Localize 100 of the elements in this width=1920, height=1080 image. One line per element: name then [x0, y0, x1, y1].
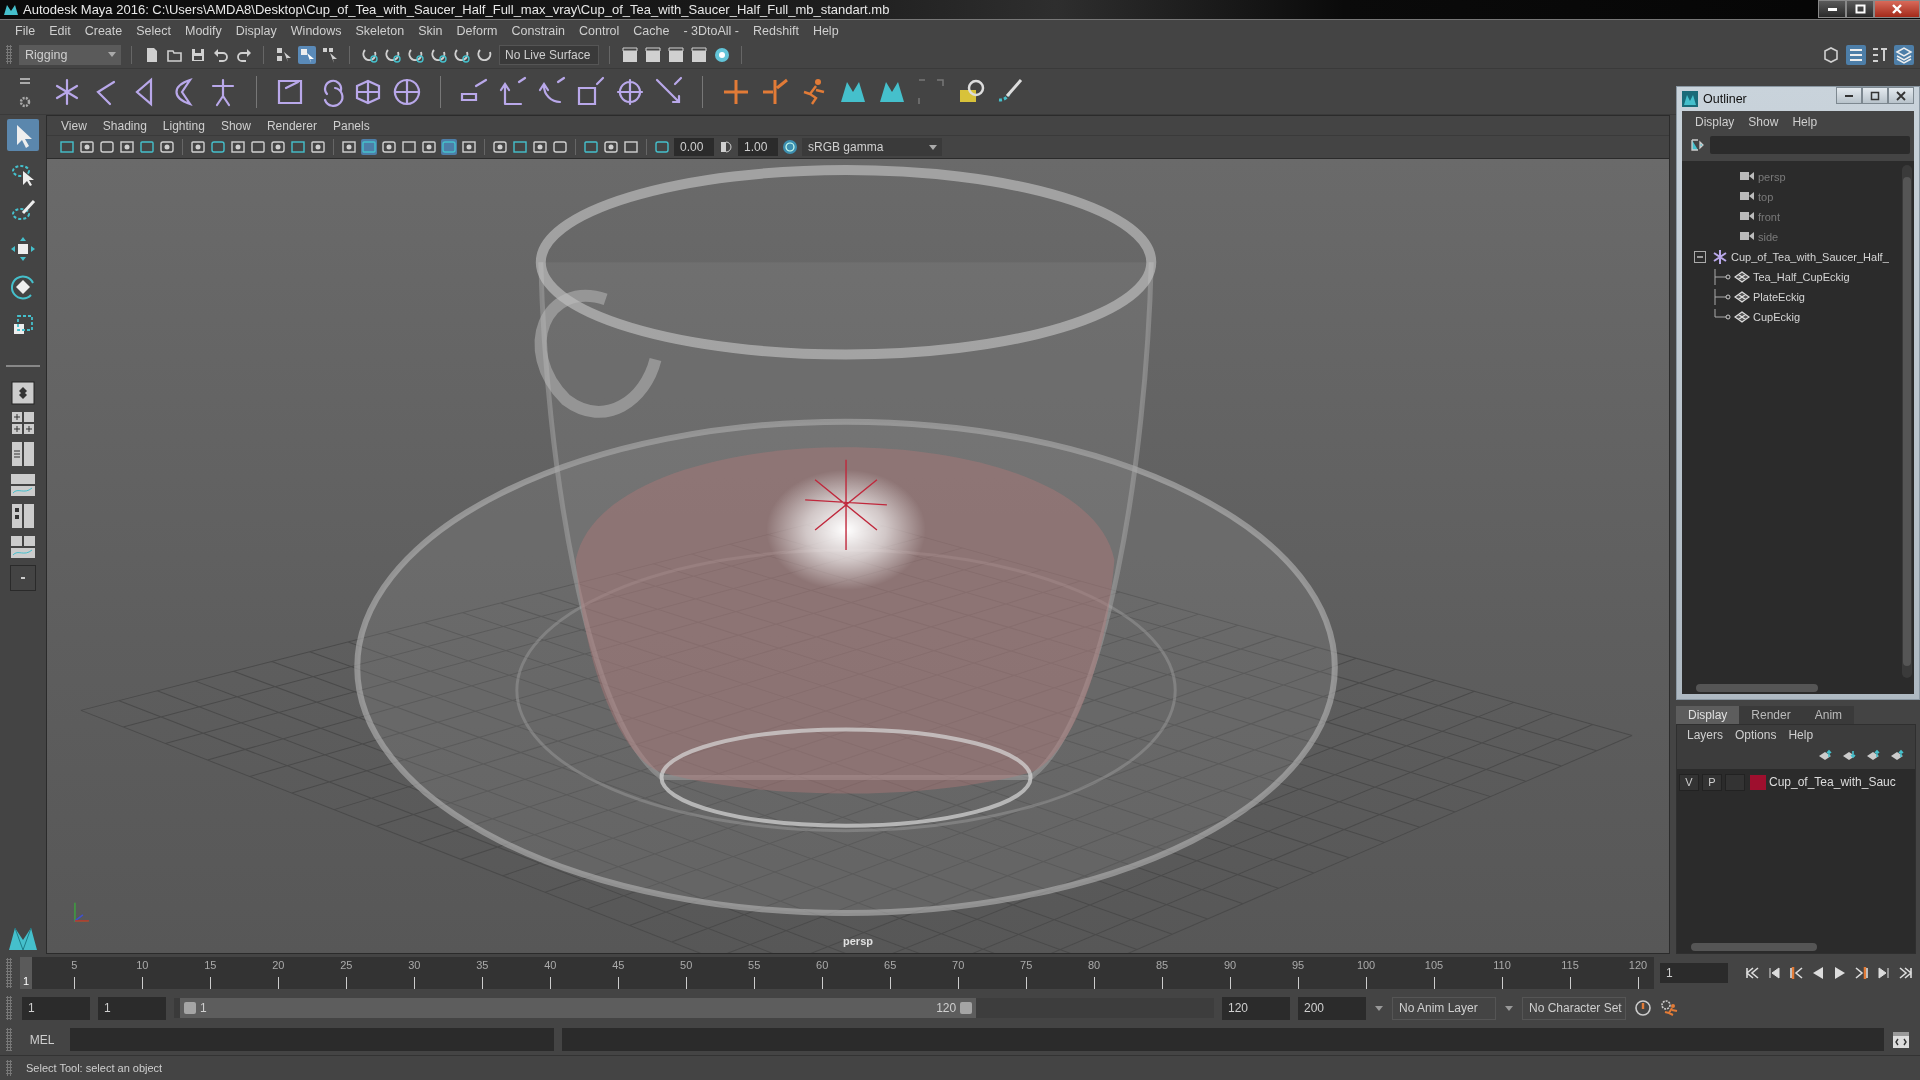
menu-item[interactable]: Deform	[449, 23, 505, 38]
outliner-item[interactable]: front	[1694, 207, 1900, 227]
script-editor-icon[interactable]	[1892, 1030, 1910, 1049]
outliner-item[interactable]: side	[1694, 227, 1900, 247]
script-language-toggle[interactable]: MEL	[22, 1032, 62, 1047]
menu-item[interactable]: Skeleton	[348, 23, 412, 38]
scrollbar[interactable]	[1677, 941, 1915, 953]
channel-box-icon[interactable]	[1846, 44, 1866, 65]
outliner-item[interactable]: CupEckig	[1694, 307, 1900, 327]
gamma-field[interactable]: 1.00	[738, 138, 778, 156]
command-input-field[interactable]	[70, 1028, 554, 1051]
panel-menu-item[interactable]: Renderer	[258, 118, 325, 133]
step-back-key-icon[interactable]	[1788, 965, 1804, 981]
close-button[interactable]	[1888, 87, 1914, 104]
component-select-icon[interactable]	[321, 45, 339, 64]
scrollbar[interactable]	[1902, 165, 1912, 678]
start-time-field[interactable]: 1	[22, 996, 90, 1020]
range-end-handle[interactable]	[960, 1002, 973, 1014]
gamma-icon[interactable]	[718, 139, 734, 155]
panel-menu-item[interactable]: Shading	[94, 118, 155, 133]
range-slider-track[interactable]: 1 120	[174, 998, 1214, 1018]
menu-item[interactable]: Select	[129, 23, 178, 38]
menu-item[interactable]: Help	[1785, 115, 1825, 129]
maximize-button[interactable]	[1862, 87, 1888, 104]
menu-item[interactable]: Redshift	[746, 23, 806, 38]
menu-item[interactable]: Modify	[178, 23, 229, 38]
animation-preferences-icon[interactable]	[1660, 999, 1678, 1017]
editor-tab[interactable]: Anim	[1802, 706, 1855, 724]
graph-layout-icon[interactable]	[10, 473, 36, 497]
outliner-item[interactable]: persp	[1694, 167, 1900, 187]
live-surface-field[interactable]: No Live Surface	[499, 44, 599, 65]
layer-color-swatch[interactable]	[1750, 774, 1766, 790]
object-select-icon[interactable]	[298, 45, 316, 64]
menu-item[interactable]: - 3DtoAll -	[676, 23, 746, 38]
outliner-layout-icon[interactable]	[11, 441, 35, 467]
go-to-end-icon[interactable]	[1898, 965, 1914, 981]
playback-end-field[interactable]: 120	[1222, 996, 1290, 1020]
menu-item[interactable]: Skin	[411, 23, 450, 38]
playback-start-field[interactable]: 1	[98, 996, 166, 1020]
character-set-dropdown[interactable]: No Character Set	[1522, 996, 1626, 1020]
step-back-frame-icon[interactable]	[1766, 965, 1782, 981]
panel-menu-item[interactable]: Show	[212, 118, 259, 133]
split-graph-layout-icon[interactable]	[10, 535, 36, 559]
caret-icon[interactable]	[1504, 1003, 1514, 1013]
end-time-field[interactable]: 200	[1298, 996, 1366, 1020]
menu-set-dropdown[interactable]: Rigging	[19, 44, 121, 65]
menu-item[interactable]: Windows	[283, 23, 349, 38]
outliner-item[interactable]: top	[1694, 187, 1900, 207]
menu-item[interactable]: Help	[1782, 728, 1820, 742]
color-space-dropdown[interactable]: sRGB gamma	[802, 138, 942, 156]
outliner-item[interactable]: Tea_Half_CupEckig	[1694, 267, 1900, 287]
step-forward-frame-icon[interactable]	[1876, 965, 1892, 981]
menu-item[interactable]: Display	[228, 23, 284, 38]
close-button[interactable]	[1874, 0, 1920, 18]
move-layer-down-icon[interactable]	[1841, 748, 1857, 762]
current-time-marker[interactable]: 1	[20, 957, 32, 989]
go-to-start-icon[interactable]	[1744, 965, 1760, 981]
outliner-item[interactable]: Cup_of_Tea_with_Saucer_Half_	[1694, 247, 1900, 267]
layers-stack-icon[interactable]	[1894, 44, 1914, 65]
collapse-toggle[interactable]	[1694, 251, 1706, 263]
maximize-button[interactable]	[1846, 0, 1874, 18]
outliner-item[interactable]: PlateEckig	[1694, 287, 1900, 307]
step-forward-key-icon[interactable]	[1854, 965, 1870, 981]
hypershade-icon[interactable]	[713, 45, 731, 64]
hypergraph-layout-icon[interactable]	[11, 503, 35, 529]
hierarchy-select-icon[interactable]	[275, 45, 293, 64]
range-bar[interactable]	[180, 998, 977, 1018]
minimize-button[interactable]	[1836, 87, 1862, 104]
new-layer-selected-icon[interactable]	[1889, 748, 1905, 762]
current-frame-field[interactable]: 1	[1660, 963, 1728, 983]
menu-item[interactable]: Edit	[42, 23, 78, 38]
anim-layer-dropdown[interactable]: No Anim Layer	[1392, 996, 1496, 1020]
single-view-layout-icon[interactable]	[11, 381, 35, 405]
time-ruler[interactable]: 5 10 15 20 25 30 35 40 45 50 55 60 65 70 75 80 85 90 95 100 105 110 115 120 1	[20, 957, 1654, 989]
menu-item[interactable]: Layers	[1681, 728, 1730, 742]
menu-item[interactable]: Help	[805, 23, 846, 38]
search-field[interactable]	[1710, 136, 1910, 154]
panel-menu-item[interactable]: View	[53, 118, 95, 133]
auto-key-icon[interactable]	[1634, 999, 1652, 1017]
menu-item[interactable]: Show	[1741, 115, 1786, 129]
layer-name[interactable]: Cup_of_Tea_with_Sauc	[1769, 775, 1896, 789]
filter-toggle-icon[interactable]	[1688, 137, 1704, 153]
minimize-button[interactable]	[1818, 0, 1846, 18]
editor-tab[interactable]: Display	[1676, 706, 1740, 724]
menu-item[interactable]: Control	[572, 23, 627, 38]
menu-item[interactable]: File	[8, 23, 43, 38]
four-view-layout-icon[interactable]	[11, 411, 35, 435]
color-management-icon[interactable]	[782, 139, 798, 155]
range-start-handle[interactable]	[184, 1002, 196, 1014]
visibility-toggle[interactable]: V	[1679, 773, 1699, 791]
move-layer-up-icon[interactable]	[1817, 748, 1833, 762]
settings-icon[interactable]	[18, 94, 32, 109]
scrollbar[interactable]	[1682, 682, 1914, 694]
menu-item[interactable]: Cache	[626, 23, 677, 38]
editor-tab[interactable]: Render	[1739, 706, 1803, 724]
panel-menu-item[interactable]: Panels	[324, 118, 378, 133]
new-layer-icon[interactable]	[1865, 748, 1881, 762]
exposure-field[interactable]: 0.00	[674, 138, 714, 156]
playback-toggle[interactable]: P	[1702, 773, 1722, 791]
panel-menu-item[interactable]: Lighting	[154, 118, 213, 133]
